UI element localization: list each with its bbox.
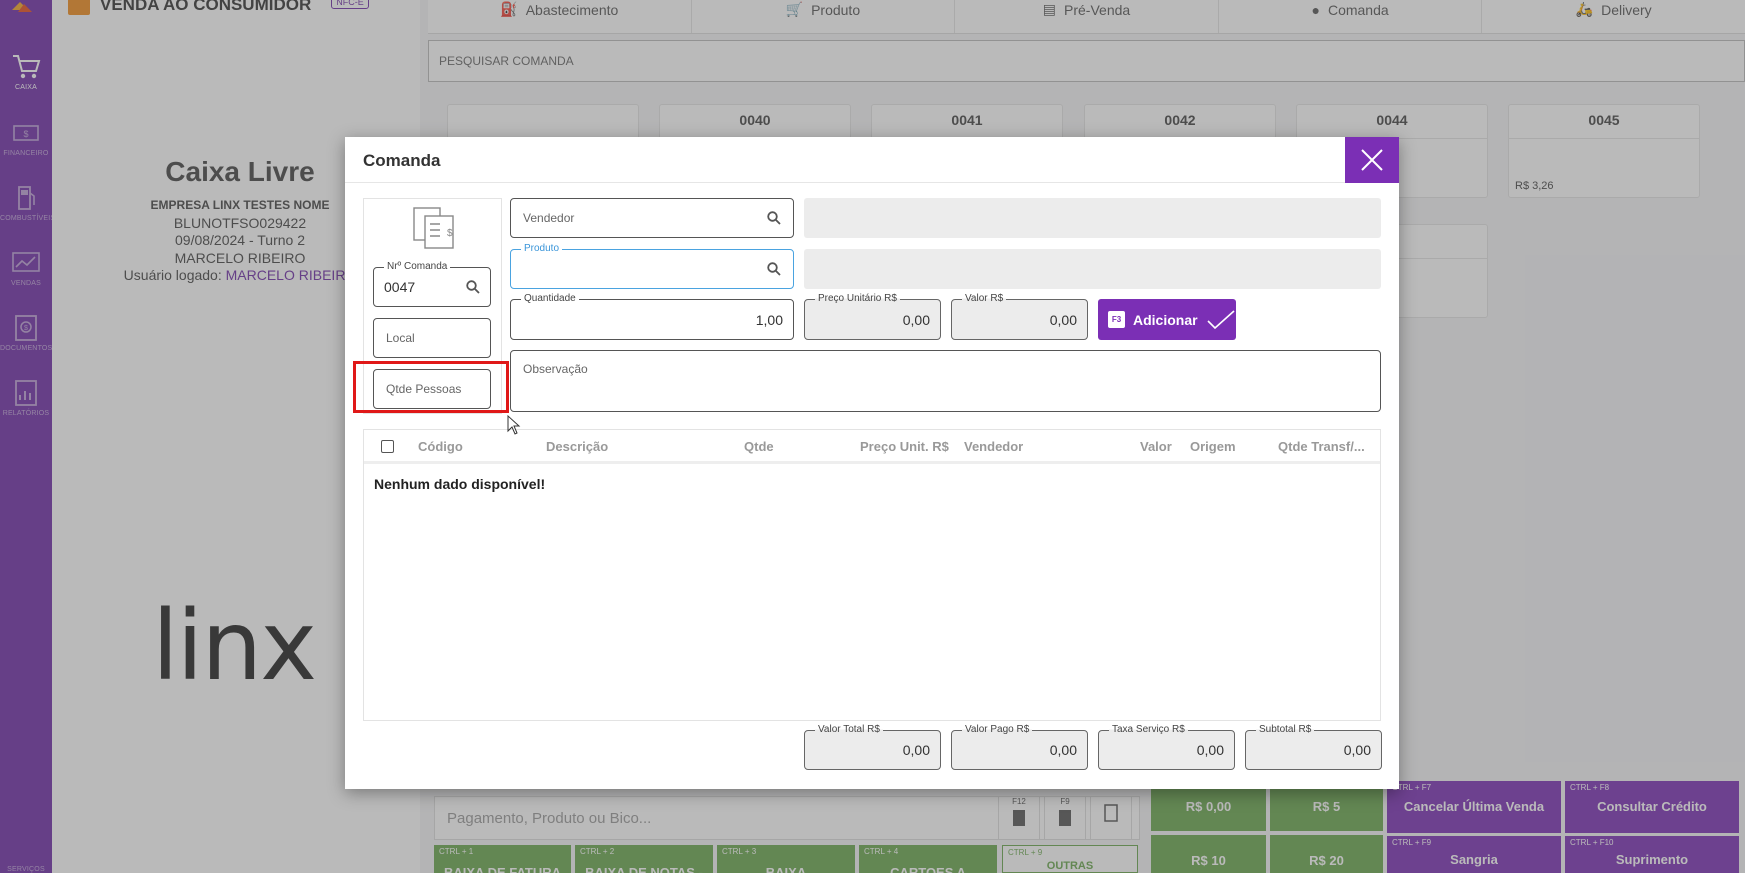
produto-field[interactable]: Produto [510, 243, 794, 289]
close-button[interactable] [1345, 137, 1399, 183]
taxa-servico-field: Taxa Serviço R$ 0,00 [1098, 724, 1235, 770]
produto-description-display [804, 249, 1381, 289]
quantidade-field[interactable]: Quantidade 1,00 [510, 293, 794, 340]
column-header[interactable]: Preço Unit. R$ [860, 439, 949, 454]
search-icon[interactable] [466, 280, 480, 294]
vendedor-field[interactable]: Vendedor [510, 198, 794, 238]
dialog-header: Comanda [345, 137, 1399, 183]
field-label: Nrº Comanda [384, 261, 451, 272]
field-value: 0,00 [1049, 312, 1077, 328]
field-label: Preço Unitário R$ [815, 293, 900, 304]
mouse-cursor-icon [507, 415, 521, 435]
field-placeholder: Local [386, 331, 415, 345]
field-value: 0,00 [1196, 742, 1224, 758]
field-value: 1,00 [755, 312, 783, 328]
field-label: Quantidade [521, 293, 579, 304]
column-header[interactable]: Descrição [546, 439, 608, 454]
field-value: 0,00 [1049, 742, 1077, 758]
subtotal-field: Subtotal R$ 0,00 [1245, 724, 1382, 770]
column-header[interactable]: Qtde Transf/... [1278, 439, 1365, 454]
field-placeholder: Vendedor [523, 211, 575, 225]
local-field[interactable]: Local [373, 318, 491, 358]
column-header[interactable]: Valor [1140, 439, 1172, 454]
preco-unitario-field: Preço Unitário R$ 0,00 [804, 293, 941, 340]
field-value: 0,00 [1343, 742, 1371, 758]
field-label: Valor R$ [962, 293, 1007, 304]
svg-text:$: $ [447, 228, 453, 239]
search-icon[interactable] [767, 211, 781, 225]
field-label: Valor Pago R$ [962, 724, 1033, 735]
valor-field: Valor R$ 0,00 [951, 293, 1088, 340]
checkmark-icon [1207, 309, 1235, 329]
adicionar-button[interactable]: F3 Adicionar [1098, 299, 1236, 340]
column-header[interactable]: Origem [1190, 439, 1236, 454]
field-value: 0,00 [902, 312, 930, 328]
shortcut-badge: F3 [1108, 311, 1125, 328]
dialog-title: Comanda [363, 151, 441, 170]
field-value: 0047 [384, 279, 416, 295]
close-icon [1361, 149, 1383, 171]
empty-message: Nenhum dado disponível! [374, 476, 546, 492]
field-placeholder: Observação [523, 362, 588, 376]
field-label: Valor Total R$ [815, 724, 883, 735]
items-table: Código Descrição Qtde Preço Unit. R$ Ven… [363, 429, 1381, 721]
valor-pago-field: Valor Pago R$ 0,00 [951, 724, 1088, 770]
vendedor-name-display [804, 198, 1381, 238]
field-label: Produto [521, 243, 563, 254]
field-label: Subtotal R$ [1256, 724, 1315, 735]
field-label: Taxa Serviço R$ [1109, 724, 1188, 735]
valor-total-field: Valor Total R$ 0,00 [804, 724, 941, 770]
observacao-field[interactable]: Observação [510, 350, 1381, 412]
nr-comanda-field[interactable]: Nrº Comanda 0047 [373, 261, 491, 307]
highlight-box [353, 361, 509, 413]
search-icon[interactable] [767, 262, 781, 276]
receipt-document-icon: $ [413, 207, 454, 249]
field-value: 0,00 [902, 742, 930, 758]
select-all-checkbox[interactable] [381, 440, 394, 453]
button-label: Adicionar [1133, 311, 1198, 328]
column-header[interactable]: Vendedor [964, 439, 1023, 454]
column-header[interactable]: Código [418, 439, 463, 454]
comanda-dialog: Comanda $ Nrº Comanda 0047 Local Qtde Pe… [345, 137, 1399, 789]
column-header[interactable]: Qtde [744, 439, 774, 454]
